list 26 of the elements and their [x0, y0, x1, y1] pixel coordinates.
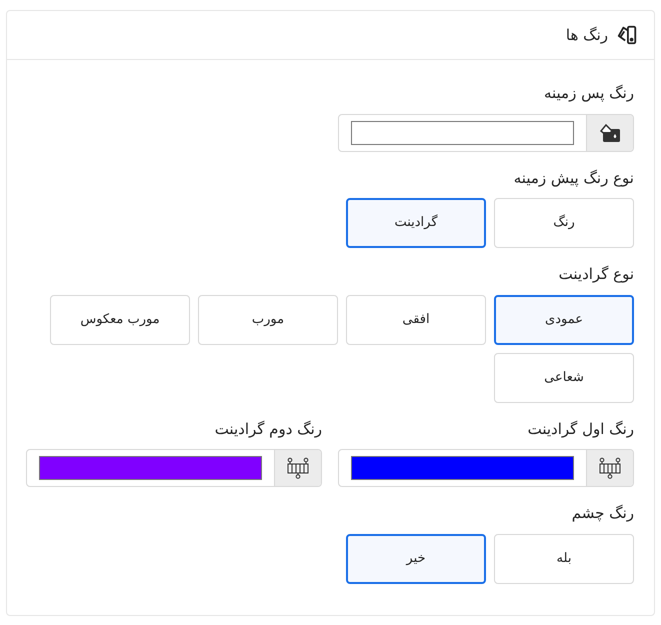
field-label: رنگ چشم — [570, 503, 634, 524]
field-label: نوع گرادینت — [558, 264, 634, 285]
color-field[interactable] — [26, 449, 322, 487]
palette-icon — [616, 24, 638, 46]
paint-bucket-icon — [599, 122, 621, 142]
option-button[interactable]: رنگ — [494, 198, 634, 248]
tool-button[interactable] — [586, 114, 633, 150]
field-label: نوع رنگ پیش زمینه — [512, 168, 634, 189]
option-button[interactable]: مورب معکوس — [50, 294, 190, 344]
gradient-stops-icon — [286, 457, 310, 479]
tool-button[interactable] — [586, 450, 633, 486]
gradient-stops-icon — [598, 457, 622, 479]
option-button[interactable]: گرادینت — [346, 198, 486, 248]
option-button[interactable]: بله — [494, 534, 634, 584]
field-label: رنگ دوم گرادینت — [214, 418, 322, 440]
field-label: رنگ پس زمینه — [542, 83, 634, 104]
card-title: رنگ ها — [566, 24, 608, 46]
option-button[interactable]: افقی — [346, 294, 486, 344]
field-label: رنگ اول گرادینت — [526, 418, 634, 440]
option-button[interactable]: مورب — [198, 294, 338, 344]
option-button[interactable]: خیر — [346, 534, 486, 584]
color-field[interactable] — [338, 449, 634, 487]
option-button[interactable]: شعاعی — [494, 352, 634, 402]
tool-button[interactable] — [274, 450, 321, 486]
color-field[interactable] — [338, 114, 634, 152]
option-button[interactable]: عمودی — [494, 294, 634, 344]
